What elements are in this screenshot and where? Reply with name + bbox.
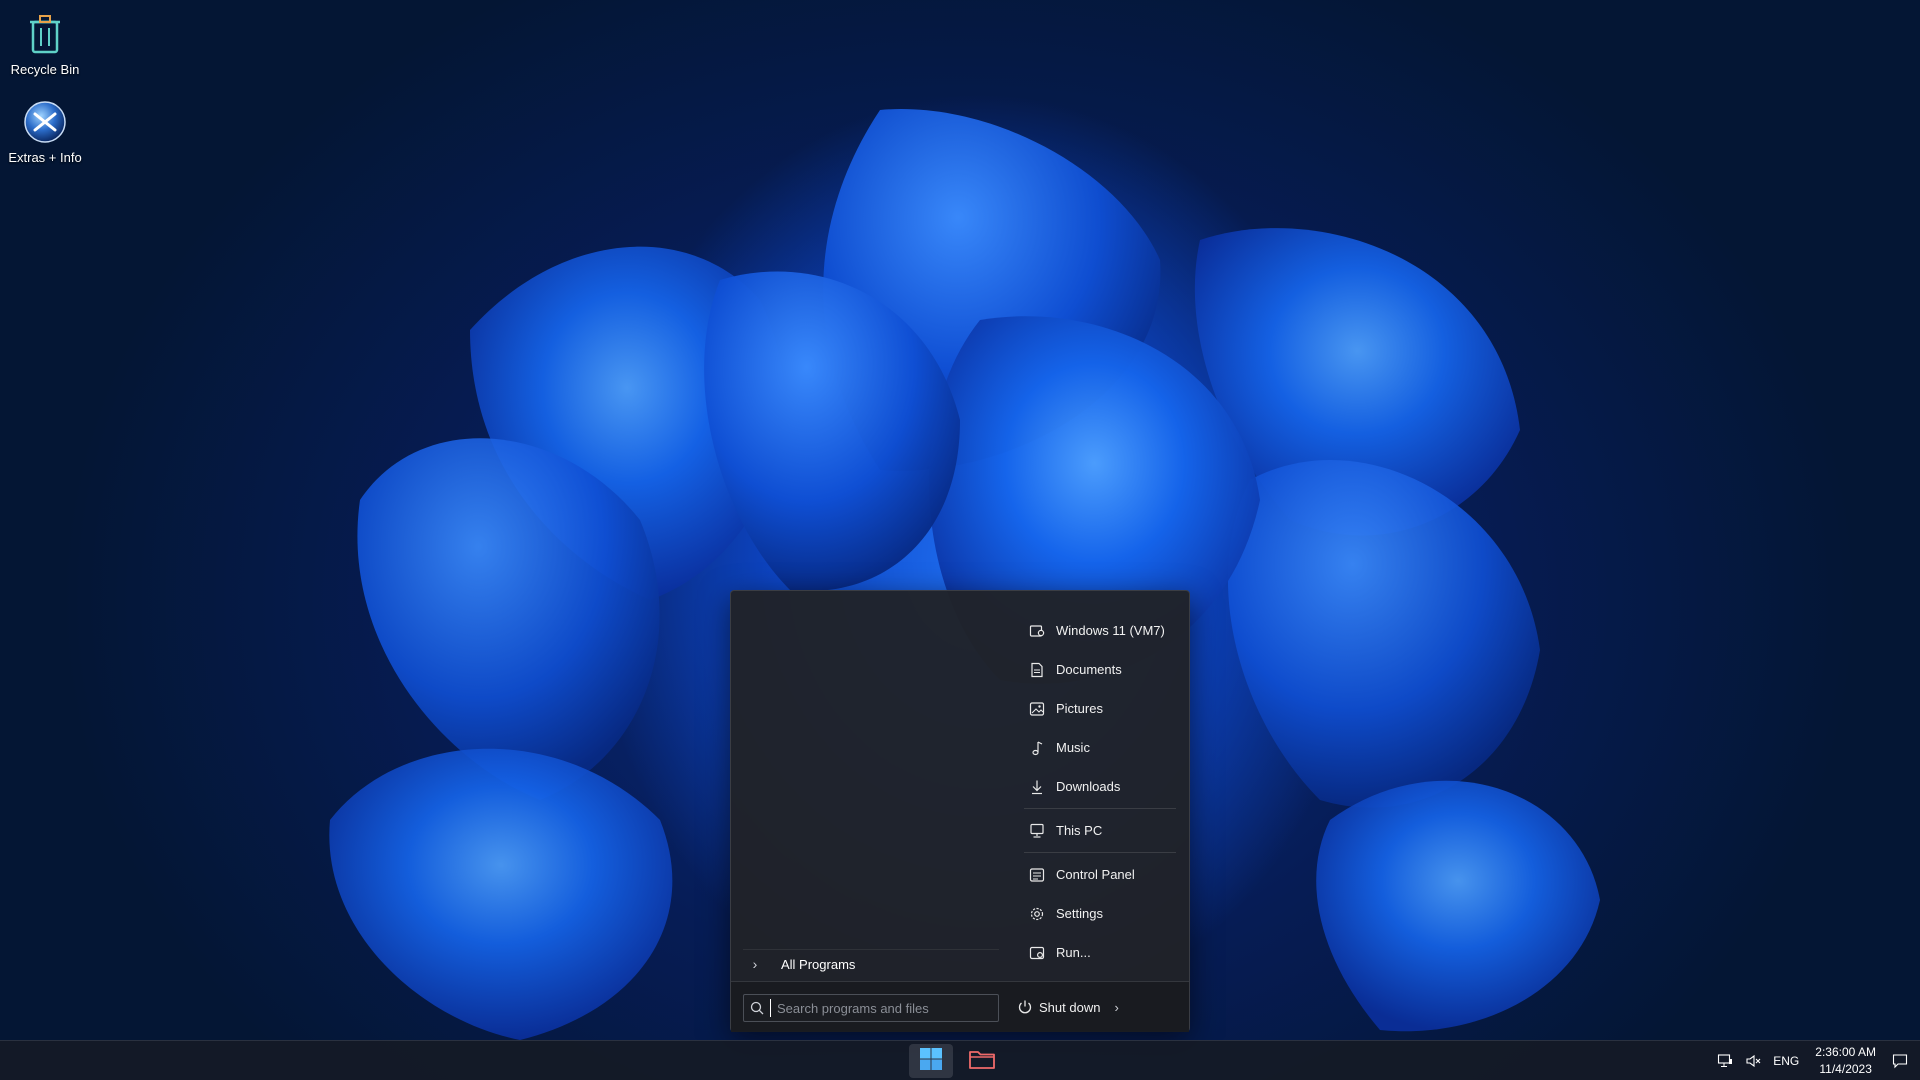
place-label: Pictures (1056, 701, 1103, 716)
place-this-pc[interactable]: This PC (1016, 811, 1176, 850)
clock-time: 2:36:00 AM (1815, 1045, 1876, 1059)
place-label: Music (1056, 740, 1090, 755)
extras-info-icon (21, 98, 69, 146)
music-note-icon (1028, 739, 1046, 757)
system-tray: ENG 2:36:00 AM 11/4/2023 (1711, 1041, 1920, 1080)
place-label: Settings (1056, 906, 1103, 921)
recycle-bin-icon (21, 10, 69, 58)
taskbar: ENG 2:36:00 AM 11/4/2023 (0, 1040, 1920, 1080)
shutdown-button[interactable]: Shut down › (1017, 994, 1119, 1020)
search-input[interactable] (770, 999, 998, 1017)
place-label: Windows 11 (VM7) (1056, 623, 1165, 638)
place-label: Documents (1056, 662, 1122, 677)
gear-icon (1028, 905, 1046, 923)
notification-center-icon[interactable] (1892, 1053, 1908, 1069)
all-programs-label: All Programs (781, 956, 856, 972)
place-label: Control Panel (1056, 867, 1135, 882)
menu-separator (1024, 808, 1176, 809)
shutdown-label: Shut down (1039, 999, 1101, 1015)
file-explorer-taskbar-button[interactable] (960, 1044, 1004, 1078)
place-settings[interactable]: Settings (1016, 894, 1176, 933)
desktop-icon-label: Extras + Info (8, 150, 82, 165)
computer-icon (1028, 822, 1046, 840)
user-folder-icon (1028, 622, 1046, 640)
clock-date: 11/4/2023 (1819, 1062, 1872, 1076)
network-icon[interactable] (1717, 1053, 1733, 1069)
download-arrow-icon (1028, 778, 1046, 796)
place-control-panel[interactable]: Control Panel (1016, 855, 1176, 894)
desktop-icon-recycle-bin[interactable]: Recycle Bin (0, 10, 90, 77)
start-button[interactable] (909, 1044, 953, 1078)
all-programs-button[interactable]: › All Programs (743, 949, 999, 978)
place-documents[interactable]: Documents (1016, 650, 1176, 689)
picture-icon (1028, 700, 1046, 718)
desktop-icon-label: Recycle Bin (10, 62, 80, 77)
control-panel-icon (1028, 866, 1046, 884)
start-menu: › All Programs Windows 11 (VM7) Document… (730, 590, 1190, 1032)
desktop-icon-extras-info[interactable]: Extras + Info (0, 98, 90, 165)
place-run[interactable]: Run... (1016, 933, 1176, 972)
search-box[interactable] (743, 994, 999, 1022)
place-label: This PC (1056, 823, 1103, 838)
place-downloads[interactable]: Downloads (1016, 767, 1176, 806)
folder-icon (968, 1047, 996, 1076)
start-menu-programs-pane: › All Programs (731, 591, 1001, 981)
clock[interactable]: 2:36:00 AM 11/4/2023 (1815, 1044, 1876, 1078)
language-indicator[interactable]: ENG (1773, 1054, 1799, 1068)
place-label: Downloads (1056, 779, 1121, 794)
search-icon (744, 1001, 770, 1015)
power-icon (1017, 999, 1033, 1015)
document-icon (1028, 661, 1046, 679)
place-pictures[interactable]: Pictures (1016, 689, 1176, 728)
windows-logo-icon (919, 1047, 943, 1076)
start-menu-places: Windows 11 (VM7) Documents Pictures Musi… (1016, 611, 1176, 972)
run-icon (1028, 944, 1046, 962)
start-menu-bottom-bar: Shut down › (731, 981, 1189, 1032)
menu-separator (1024, 852, 1176, 853)
shutdown-options-chevron-icon[interactable]: › (1114, 1000, 1118, 1015)
place-user-folder[interactable]: Windows 11 (VM7) (1016, 611, 1176, 650)
volume-muted-icon[interactable] (1745, 1053, 1761, 1069)
chevron-right-icon: › (752, 956, 758, 972)
place-music[interactable]: Music (1016, 728, 1176, 767)
place-label: Run... (1056, 945, 1091, 960)
